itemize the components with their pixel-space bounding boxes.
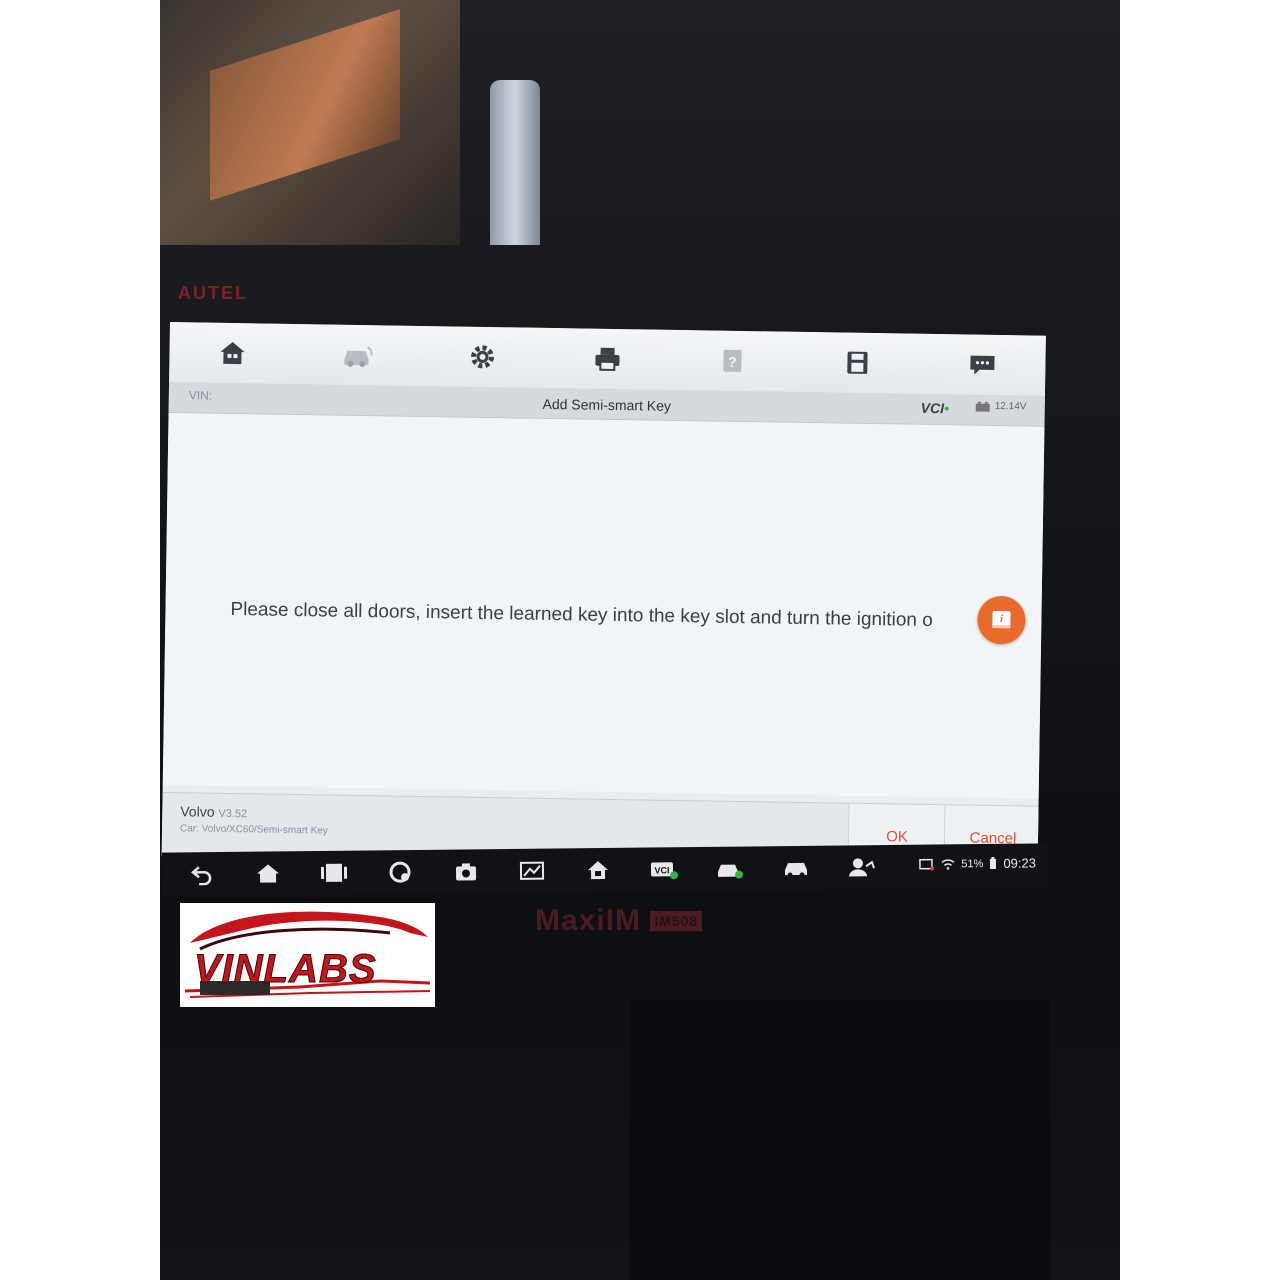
vinlabs-logo: VINLABS — [180, 903, 435, 1007]
camera-icon[interactable] — [448, 856, 484, 886]
car-icon[interactable] — [778, 853, 814, 883]
vehicle-icon[interactable] — [335, 333, 380, 378]
back-icon[interactable] — [184, 859, 220, 889]
browser-icon[interactable] — [382, 857, 418, 887]
print-icon[interactable] — [585, 337, 630, 382]
vci-status: VCI• — [921, 400, 949, 416]
info-help-button[interactable]: i — [977, 595, 1026, 645]
background-block — [630, 1000, 1050, 1280]
battery-voltage-value: 12.14V — [994, 400, 1027, 413]
battery-voltage: 12.14V — [975, 400, 1027, 413]
svg-text:VCI: VCI — [654, 865, 669, 875]
system-version: V3.52 — [218, 807, 248, 821]
screenshot-icon[interactable] — [514, 856, 550, 886]
vci-text: VCI — [920, 399, 945, 417]
settings-icon[interactable] — [460, 335, 505, 380]
system-name-text: Volvo — [180, 803, 215, 820]
svg-text:?: ? — [728, 354, 737, 370]
remote-support-icon[interactable] — [844, 852, 880, 882]
message-icon[interactable] — [960, 342, 1005, 387]
vehicle-connected-icon[interactable] — [712, 854, 748, 884]
vci-nav-icon[interactable]: VCI — [646, 854, 682, 884]
vehicle-path: Car: Volvo/XC60/Semi-smart Key — [179, 823, 328, 837]
device-model-badge: IM508 — [650, 911, 703, 932]
device-model: MaxiIM IM508 — [535, 903, 703, 938]
logo-text: VINLABS — [194, 947, 377, 992]
android-nav-bar: VCI 51% 09:23 — [161, 843, 1049, 897]
main-content: Please close all doors, insert the learn… — [162, 412, 1045, 799]
wifi-icon — [941, 858, 955, 870]
car-battery-icon — [975, 401, 990, 412]
info-book-icon: i — [992, 610, 1011, 629]
save-icon[interactable] — [835, 340, 880, 385]
status-area: 51% 09:23 — [919, 855, 1036, 871]
battery-percent: 51% — [961, 857, 984, 870]
device-model-name: MaxiIM — [535, 904, 642, 938]
system-name: Volvo V3.52 — [180, 803, 247, 820]
device-screen: ? VIN: Add Semi-smart Key VCI• 12.14V Pl… — [161, 322, 1046, 870]
battery-icon — [990, 856, 997, 869]
recent-apps-icon[interactable] — [316, 858, 352, 888]
background-cable — [490, 80, 540, 260]
network-icon — [919, 858, 935, 871]
help-icon[interactable]: ? — [710, 338, 755, 383]
vci-connected-icon: • — [943, 400, 950, 417]
instruction-message: Please close all doors, insert the learn… — [230, 598, 933, 632]
clock: 09:23 — [1003, 855, 1037, 871]
maxi-home-icon[interactable] — [580, 855, 616, 885]
nav-home-icon[interactable] — [250, 858, 286, 888]
home-icon[interactable] — [210, 331, 255, 376]
device-brand: AUTEL — [178, 283, 248, 303]
device-bezel-top — [160, 245, 1120, 305]
